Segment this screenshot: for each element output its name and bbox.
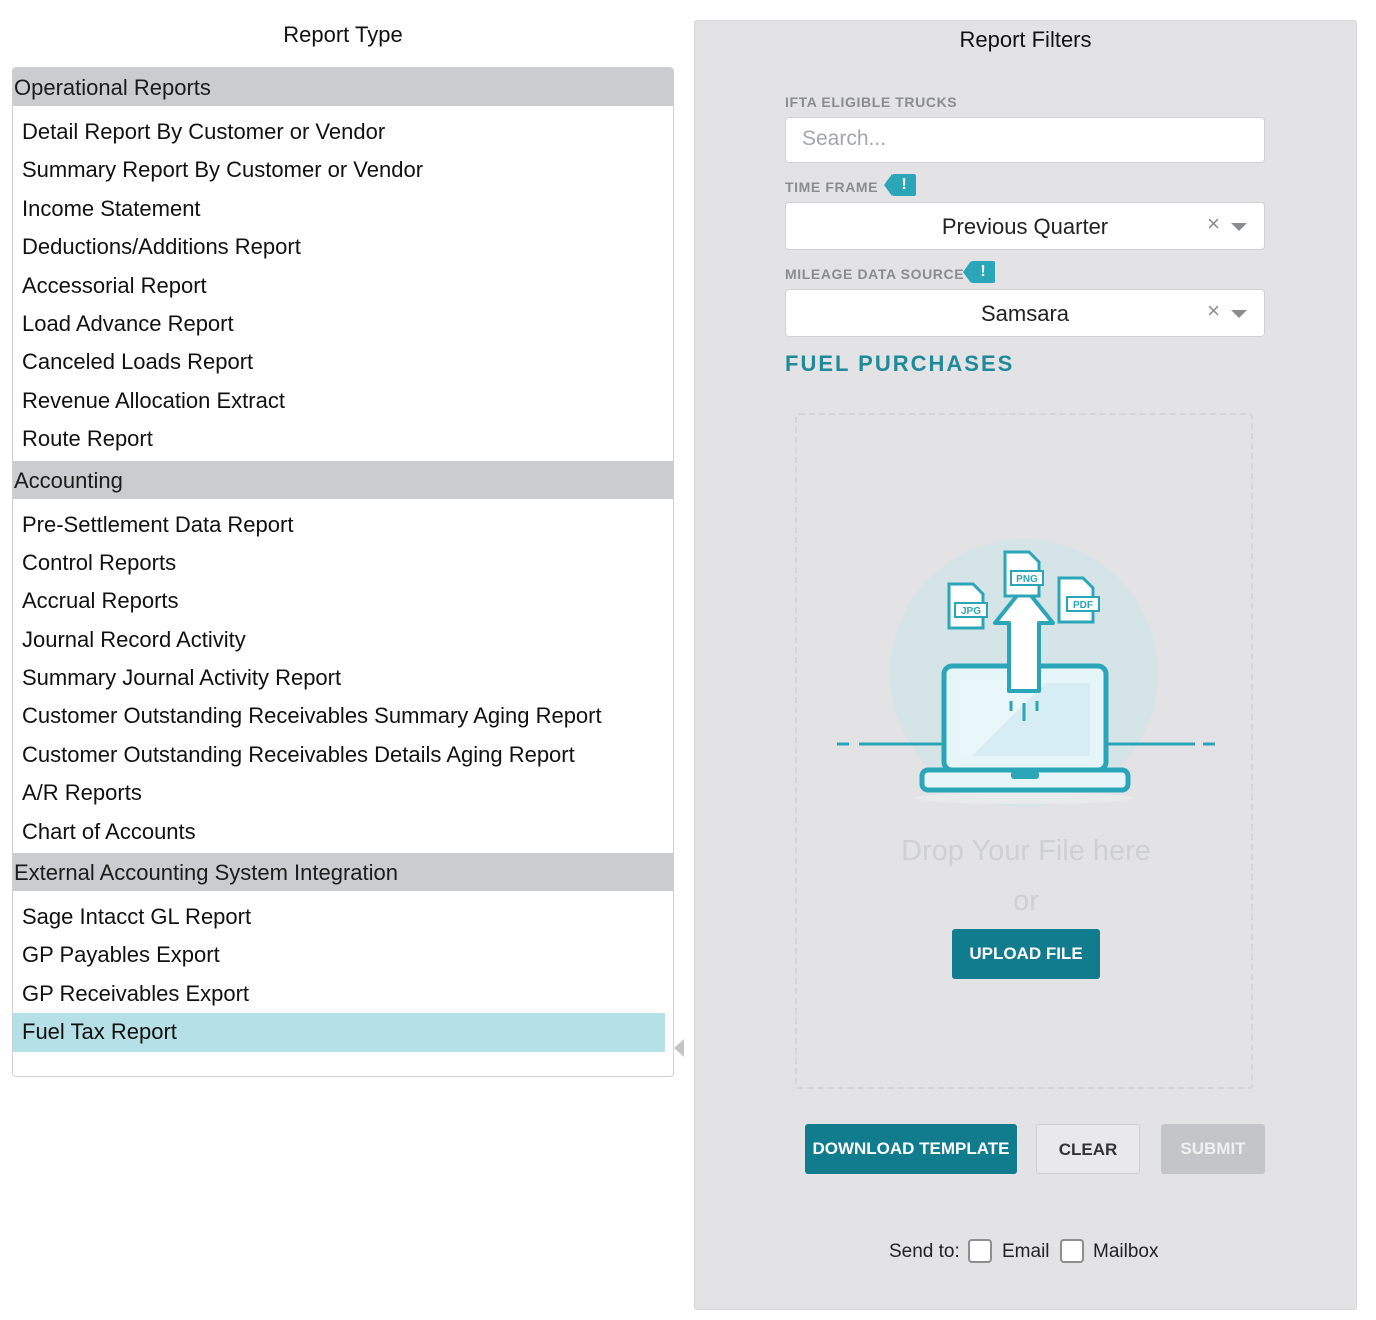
report-item[interactable]: Customer Outstanding Receivables Summary… [13, 697, 665, 735]
email-checkbox[interactable] [968, 1239, 992, 1263]
report-item[interactable]: Load Advance Report [13, 305, 665, 343]
time-frame-value: Previous Quarter [941, 214, 1109, 239]
report-item[interactable]: GP Payables Export [13, 936, 665, 974]
trucks-search-box [785, 117, 1265, 163]
report-item[interactable]: Income Statement [13, 190, 665, 228]
report-item[interactable]: Deductions/Additions Report [13, 228, 665, 266]
mileage-clear-icon[interactable]: × [1207, 300, 1220, 322]
report-type-title: Report Type [283, 22, 403, 47]
email-label[interactable]: Email [1002, 1241, 1050, 1263]
report-item[interactable]: Pre-Settlement Data Report [13, 506, 665, 544]
upload-illustration-icon: JPG PNG PDF [837, 539, 1215, 807]
trucks-label: IFTA ELIGIBLE TRUCKS [785, 94, 958, 110]
svg-text:JPG: JPG [961, 606, 981, 617]
report-item[interactable]: Summary Report By Customer or Vendor [13, 151, 665, 189]
report-group-external: External Accounting System Integration S… [13, 853, 673, 1054]
group-header: Accounting [13, 460, 673, 499]
report-item[interactable]: Customer Outstanding Receivables Details… [13, 736, 665, 774]
report-item[interactable]: Detail Report By Customer or Vendor [13, 113, 665, 151]
report-item[interactable]: GP Receivables Export [13, 975, 665, 1013]
time-frame-label: TIME FRAME [785, 179, 879, 195]
group-header: Operational Reports [13, 68, 673, 106]
upload-file-button[interactable]: UPLOAD FILE [952, 929, 1100, 979]
report-item[interactable]: Accessorial Report [13, 267, 665, 305]
report-item[interactable]: Accrual Reports [13, 582, 665, 620]
report-item[interactable]: Chart of Accounts [13, 813, 665, 851]
report-filters-title: Report Filters [959, 27, 1092, 52]
mileage-info-icon[interactable]: ! [963, 261, 995, 283]
drop-file-text: Drop Your File here [901, 835, 1151, 867]
mileage-label: MILEAGE DATA SOURCE [785, 266, 965, 282]
report-item[interactable]: Sage Intacct GL Report [13, 898, 665, 936]
svg-text:PDF: PDF [1073, 600, 1093, 611]
send-to-row: Send to: Email Mailbox [695, 1239, 1356, 1269]
report-item[interactable]: Summary Journal Activity Report [13, 659, 665, 697]
report-type-list: Operational Reports Detail Report By Cus… [12, 67, 674, 1077]
mileage-source-select[interactable]: Samsara × [785, 289, 1265, 337]
mileage-source-value: Samsara [980, 301, 1070, 326]
report-filters-panel: Report Filters IFTA ELIGIBLE TRUCKS TIME… [694, 20, 1357, 1310]
time-frame-clear-icon[interactable]: × [1207, 213, 1220, 235]
report-item[interactable]: Revenue Allocation Extract [13, 382, 665, 420]
svg-text:PNG: PNG [1016, 574, 1038, 585]
mailbox-checkbox[interactable] [1060, 1239, 1084, 1263]
chevron-down-icon[interactable] [1231, 223, 1247, 231]
group-header: External Accounting System Integration [13, 853, 673, 892]
report-item[interactable]: Control Reports [13, 544, 665, 582]
fuel-purchases-title: FUEL PURCHASES [785, 351, 1015, 376]
report-item[interactable]: Route Report [13, 420, 665, 458]
report-item-selected[interactable]: Fuel Tax Report [13, 1013, 665, 1052]
report-item[interactable]: Journal Record Activity [13, 621, 665, 659]
chevron-down-icon[interactable] [1231, 310, 1247, 318]
report-item[interactable]: A/R Reports [13, 774, 665, 812]
or-text: or [1013, 885, 1039, 917]
submit-button[interactable]: SUBMIT [1161, 1124, 1265, 1174]
download-template-button[interactable]: DOWNLOAD TEMPLATE [805, 1124, 1017, 1174]
file-drop-zone[interactable]: JPG PNG PDF Drop Your File here or UPLOA… [795, 413, 1253, 1089]
clear-button[interactable]: CLEAR [1036, 1124, 1140, 1174]
mailbox-label[interactable]: Mailbox [1093, 1241, 1158, 1263]
report-item[interactable]: Canceled Loads Report [13, 343, 665, 381]
time-frame-info-icon[interactable]: ! [884, 174, 916, 196]
time-frame-select[interactable]: Previous Quarter × [785, 202, 1265, 250]
report-group-operational: Operational Reports Detail Report By Cus… [13, 68, 673, 461]
report-group-accounting: Accounting Pre-Settlement Data Report Co… [13, 460, 673, 854]
send-to-label: Send to: [889, 1241, 960, 1262]
collapse-arrow-icon[interactable] [674, 1039, 684, 1057]
trucks-search-input[interactable] [786, 118, 1258, 160]
